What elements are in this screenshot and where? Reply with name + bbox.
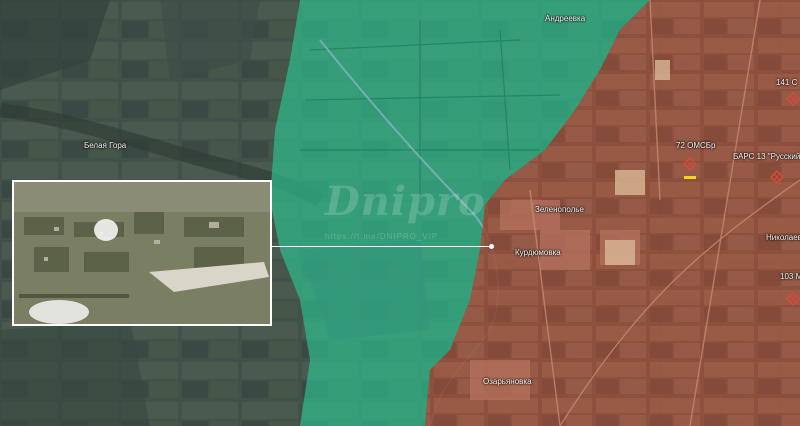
place-label-nikolaevka: Николаевк: [766, 233, 800, 242]
inset-leader-line: [272, 246, 492, 247]
unit-marker-141[interactable]: [786, 92, 800, 106]
place-label-ozaryanovka: Озарьяновка: [483, 377, 532, 386]
unit-marker-103[interactable]: [786, 292, 800, 306]
inset-photo[interactable]: [12, 180, 272, 326]
place-label-belaya-gora: Белая Гора: [84, 141, 127, 150]
inset-location-dot: [489, 244, 494, 249]
inset-aerial-image: [14, 182, 270, 324]
place-label-kurdyumovka: Курдюмовка: [515, 248, 561, 257]
unit-label-bars-13: БАРС 13 "Русский Ле: [733, 152, 800, 161]
watermark-logo: Dnipro: [325, 178, 486, 225]
unit-label-72-omsbr: 72 ОМСБр: [676, 141, 716, 150]
watermark-url: https://t.me/DNIPRO_VIP: [325, 232, 439, 241]
unit-label-141: 141 С: [776, 78, 798, 87]
unit-marker-72-omsbr[interactable]: [683, 157, 697, 185]
unit-marker-bars-13[interactable]: [770, 170, 784, 184]
unit-label-103: 103 М: [780, 272, 800, 281]
map-view[interactable]: Андреевка Белая Гора Зеленополье Курдюмо…: [0, 0, 800, 426]
place-label-zelenopolye: Зеленополье: [535, 205, 584, 214]
place-label-andreevka: Андреевка: [545, 14, 586, 23]
